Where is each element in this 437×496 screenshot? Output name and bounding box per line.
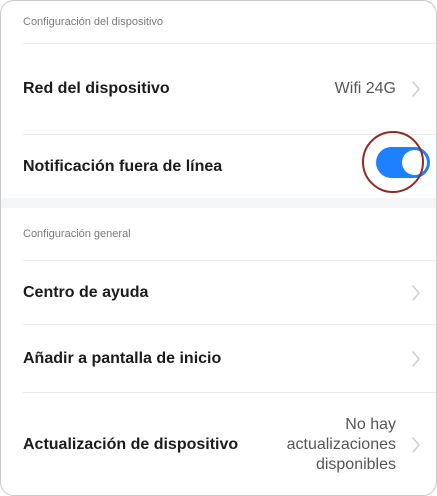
section-header-device-label: Configuración del dispositivo (23, 16, 164, 28)
chevron-right-icon (406, 79, 426, 99)
device-update-status: No hay actualizaciones disponibles (256, 415, 396, 475)
device-update-status-line: disponibles (315, 455, 396, 473)
section-header-device: Configuración del dispositivo (1, 1, 436, 43)
add-to-home-label: Añadir a pantalla de inicio (23, 349, 222, 367)
chevron-right-icon (406, 283, 426, 303)
help-center-label: Centro de ayuda (23, 283, 149, 301)
device-update-label: Actualización de dispositivo (23, 435, 239, 453)
settings-panel: Configuración del dispositivo Red del di… (0, 0, 437, 496)
device-update-status-line: No hay (345, 415, 396, 433)
device-update-status-line: actualizaciones (286, 435, 396, 453)
chevron-right-icon (406, 349, 426, 369)
section-gap (1, 198, 436, 208)
device-network-label: Red del dispositivo (23, 80, 170, 97)
chevron-right-icon (406, 435, 426, 455)
help-center-row[interactable]: Centro de ayuda (1, 261, 436, 324)
device-update-row[interactable]: Actualización de dispositivo No hay actu… (1, 393, 436, 495)
device-network-row[interactable]: Red del dispositivo Wifi 24G (1, 44, 436, 134)
add-to-home-row[interactable]: Añadir a pantalla de inicio (1, 325, 436, 392)
device-network-value: Wifi 24G (334, 80, 396, 97)
section-header-general-label: Configuración general (23, 228, 131, 240)
highlight-ring (362, 131, 424, 193)
section-header-general: Configuración general (1, 208, 436, 260)
